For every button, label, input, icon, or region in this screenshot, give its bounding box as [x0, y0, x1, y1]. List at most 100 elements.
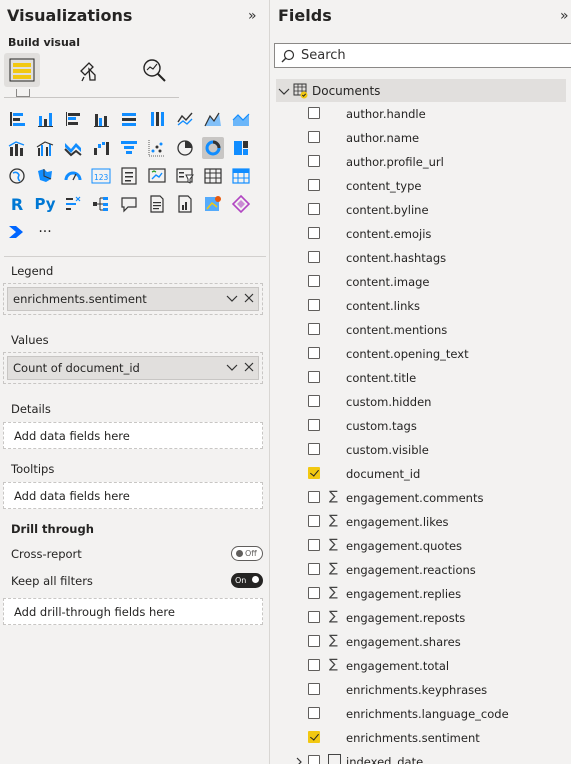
donut-chart-icon[interactable] [202, 137, 224, 159]
field-row[interactable]: ∑ engagement.reactions [270, 558, 571, 582]
search-input[interactable]: Search [274, 43, 571, 68]
stacked-area-chart-icon[interactable] [230, 108, 252, 130]
field-row[interactable]: custom.tags [270, 414, 571, 438]
field-checkbox[interactable] [308, 275, 320, 287]
field-checkbox[interactable] [308, 515, 320, 527]
smart-narrative-icon[interactable] [146, 193, 168, 215]
qna-icon[interactable] [118, 193, 140, 215]
field-checkbox[interactable] [308, 419, 320, 431]
field-row[interactable]: enrichments.sentiment [270, 726, 571, 750]
field-row[interactable]: document_id [270, 462, 571, 486]
line-chart-icon[interactable] [174, 108, 196, 130]
field-row[interactable]: ∑ engagement.reposts [270, 606, 571, 630]
field-checkbox[interactable] [308, 227, 320, 239]
filled-map-icon[interactable] [34, 165, 56, 187]
field-checkbox[interactable] [308, 371, 320, 383]
azure-map-icon[interactable] [202, 193, 224, 215]
field-checkbox[interactable] [308, 707, 320, 719]
key-influencers-icon[interactable] [62, 193, 84, 215]
collapse-fields-icon[interactable]: » [560, 8, 569, 24]
close-icon[interactable] [244, 361, 254, 373]
collapse-visualizations-icon[interactable]: » [248, 8, 257, 24]
matrix-icon[interactable] [230, 165, 252, 187]
field-row[interactable]: author.name [270, 126, 571, 150]
chevron-down-icon[interactable] [226, 292, 238, 304]
field-checkbox[interactable] [308, 731, 320, 743]
field-checkbox[interactable] [308, 131, 320, 143]
drill-through-drop-zone[interactable]: Add drill-through fields here [3, 598, 263, 625]
field-checkbox[interactable] [308, 635, 320, 647]
field-row[interactable]: ∑ engagement.shares [270, 630, 571, 654]
funnel-chart-icon[interactable] [118, 137, 140, 159]
field-checkbox[interactable] [308, 179, 320, 191]
field-row[interactable]: custom.hidden [270, 390, 571, 414]
line-stacked-column-icon[interactable] [6, 137, 28, 159]
format-visual-tab[interactable] [71, 53, 107, 87]
field-row[interactable]: content.emojis [270, 222, 571, 246]
field-row[interactable]: content.title [270, 366, 571, 390]
more-visuals-icon[interactable]: ··· [34, 221, 56, 243]
field-checkbox[interactable] [308, 563, 320, 575]
chevron-right-icon[interactable] [294, 757, 304, 764]
pie-chart-icon[interactable] [174, 137, 196, 159]
decomposition-tree-icon[interactable] [90, 193, 112, 215]
build-visual-tab[interactable] [4, 53, 40, 87]
keep-all-filters-toggle[interactable]: On [231, 573, 263, 588]
details-drop-zone[interactable]: Add data fields here [3, 422, 263, 449]
field-row[interactable]: content_type [270, 174, 571, 198]
scatter-chart-icon[interactable] [146, 137, 168, 159]
python-visual-icon[interactable]: Py [34, 193, 56, 215]
table-documents[interactable]: Documents [276, 79, 566, 102]
r-script-visual-icon[interactable]: R [6, 193, 28, 215]
tooltips-drop-zone[interactable]: Add data fields here [3, 482, 263, 509]
field-row[interactable]: custom.visible [270, 438, 571, 462]
field-checkbox[interactable] [308, 203, 320, 215]
area-chart-icon[interactable] [202, 108, 224, 130]
field-row[interactable]: ∑ engagement.comments [270, 486, 571, 510]
chevron-down-icon[interactable] [226, 361, 238, 373]
field-checkbox[interactable] [308, 155, 320, 167]
field-row[interactable]: ∑ engagement.replies [270, 582, 571, 606]
chevron-down-icon[interactable] [278, 85, 290, 97]
field-row[interactable]: enrichments.language_code [270, 702, 571, 726]
100-stacked-bar-chart-icon[interactable] [118, 108, 140, 130]
line-clustered-column-icon[interactable] [34, 137, 56, 159]
field-row[interactable]: indexed_date [270, 750, 571, 764]
field-row[interactable]: content.hashtags [270, 246, 571, 270]
field-checkbox[interactable] [308, 347, 320, 359]
legend-field-pill[interactable]: enrichments.sentiment [7, 287, 259, 311]
field-row[interactable]: ∑ engagement.likes [270, 510, 571, 534]
100-stacked-column-chart-icon[interactable] [146, 108, 168, 130]
ribbon-chart-icon[interactable] [62, 137, 84, 159]
slicer-icon[interactable] [174, 165, 196, 187]
field-checkbox[interactable] [308, 107, 320, 119]
field-row[interactable]: ∑ engagement.total [270, 654, 571, 678]
stacked-column-chart-icon[interactable] [34, 108, 56, 130]
field-checkbox[interactable] [308, 659, 320, 671]
field-checkbox[interactable] [308, 443, 320, 455]
field-checkbox[interactable] [308, 755, 320, 764]
clustered-column-chart-icon[interactable] [90, 108, 112, 130]
field-row[interactable]: content.byline [270, 198, 571, 222]
kpi-icon[interactable] [146, 165, 168, 187]
field-checkbox[interactable] [308, 491, 320, 503]
field-row[interactable]: author.handle [270, 102, 571, 126]
field-checkbox[interactable] [308, 587, 320, 599]
power-apps-icon[interactable] [230, 193, 252, 215]
table-icon[interactable] [202, 165, 224, 187]
field-row[interactable]: content.image [270, 270, 571, 294]
stacked-bar-chart-icon[interactable] [6, 108, 28, 130]
gauge-icon[interactable] [62, 165, 84, 187]
close-icon[interactable] [244, 292, 254, 304]
field-checkbox[interactable] [308, 683, 320, 695]
multi-row-card-icon[interactable] [118, 165, 140, 187]
cross-report-toggle[interactable]: Off [231, 546, 263, 561]
field-row[interactable]: author.profile_url [270, 150, 571, 174]
field-checkbox[interactable] [308, 251, 320, 263]
field-checkbox[interactable] [308, 611, 320, 623]
field-checkbox[interactable] [308, 323, 320, 335]
values-field-pill[interactable]: Count of document_id [7, 356, 259, 380]
field-row[interactable]: ∑ engagement.quotes [270, 534, 571, 558]
clustered-bar-chart-icon[interactable] [62, 108, 84, 130]
analytics-tab[interactable] [136, 53, 172, 87]
